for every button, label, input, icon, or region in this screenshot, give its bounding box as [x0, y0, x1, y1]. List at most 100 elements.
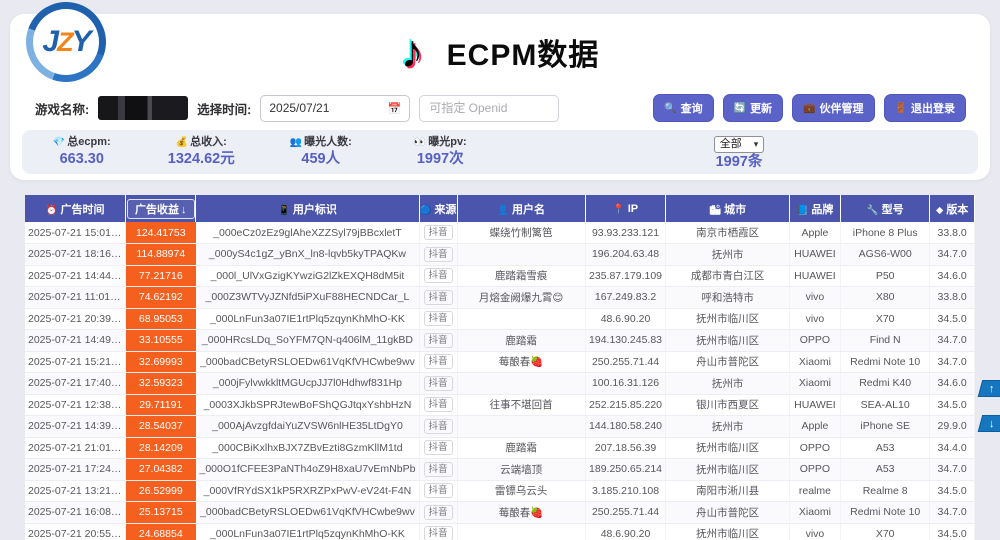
cell-version: 34.7.0 [930, 459, 975, 481]
source-badge: 抖音 [424, 225, 453, 240]
cell-brand: vivo [789, 308, 840, 330]
cell-brand: Xiaomi [789, 351, 840, 373]
scroll-to-top-button[interactable]: ↑ [978, 380, 1000, 397]
stat-label: 💰总收入: [142, 136, 262, 150]
version-column-icon: ◆ [936, 205, 943, 216]
date-picker[interactable]: 2025/07/21 📅 [260, 95, 410, 122]
column-header-model: 🔧型号 [841, 195, 930, 222]
cell-openid: _000jFylvwkkltMGUcpJJ7l0Hdhwf831Hp [196, 373, 419, 395]
cell-revenue: 26.52999 [126, 480, 196, 502]
column-header-version: ◆版本 [930, 195, 975, 222]
city-column-icon: 🏙 [709, 205, 721, 216]
cell-time: 2025-07-21 12:38:49 [25, 394, 126, 416]
cell-model: iPhone SE [841, 416, 930, 438]
column-header-brand: 📘品牌 [789, 195, 840, 222]
ecpm-table-container: ⏰广告时间广告收益↓📱用户标识🔵来源👤用户名📍IP🏙城市📘品牌🔧型号◆版本 20… [25, 195, 975, 540]
cell-name: 往事不堪回首 [457, 394, 585, 416]
table-row: 2025-07-21 15:21:0732.69993_000badCBetyR… [25, 351, 975, 373]
source-badge: 抖音 [424, 505, 453, 520]
time-column-icon: ⏰ [46, 205, 58, 216]
logout-button[interactable]: 🚪退出登录 [884, 94, 966, 122]
cell-city: 南阳市淅川县 [666, 480, 789, 502]
cell-openid: _000LnFun3a07IE1rtPlq5zqynKhMhO-KK [196, 523, 419, 540]
cell-revenue: 33.10555 [126, 330, 196, 352]
partner-management-button-icon: 💼 [803, 103, 815, 114]
openid-input[interactable] [419, 95, 559, 122]
scroll-to-bottom-button[interactable]: ↓ [978, 415, 1000, 432]
cell-openid: _0003XJkbSPRJtewBoFShQGJtqxYshbHzN [196, 394, 419, 416]
cell-version: 34.7.0 [930, 330, 975, 352]
cell-model: X70 [841, 523, 930, 540]
cell-time: 2025-07-21 16:08:47 [25, 502, 126, 524]
cell-source: 抖音 [419, 480, 457, 502]
cell-ip: 207.18.56.39 [585, 437, 666, 459]
cell-ip: 167.249.83.2 [585, 287, 666, 309]
cell-model: SEA-AL10 [841, 394, 930, 416]
cell-time: 2025-07-21 15:01:47 [25, 222, 126, 244]
cell-name [457, 523, 585, 540]
stat-value: 459人 [261, 150, 381, 168]
cell-model: Redmi K40 [841, 373, 930, 395]
cell-city: 舟山市普陀区 [666, 502, 789, 524]
cell-source: 抖音 [419, 351, 457, 373]
cell-city: 抚州市临川区 [666, 330, 789, 352]
cell-model: Redmi Note 10 [841, 351, 930, 373]
cell-ip: 189.250.65.214 [585, 459, 666, 481]
openid-column-icon: 📱 [278, 205, 290, 216]
source-column-icon: 🔵 [420, 205, 432, 216]
source-badge: 抖音 [424, 483, 453, 498]
cell-city: 成都市青白江区 [666, 265, 789, 287]
cell-name [457, 416, 585, 438]
cell-version: 33.8.0 [930, 287, 975, 309]
cell-model: X80 [841, 287, 930, 309]
cell-revenue: 124.41753 [126, 222, 196, 244]
stats-bar: 💎总ecpm:663.30💰总收入:1324.62元👥曝光人数:459人👀曝光p… [22, 130, 978, 174]
cell-time: 2025-07-21 20:39:05 [25, 308, 126, 330]
cell-city: 南京市栖霞区 [666, 222, 789, 244]
stat-value: 663.30 [22, 150, 142, 168]
source-badge: 抖音 [424, 290, 453, 305]
cell-source: 抖音 [419, 523, 457, 540]
calendar-icon: 📅 [388, 102, 402, 115]
source-badge: 抖音 [424, 333, 453, 348]
cell-model: iPhone 8 Plus [841, 222, 930, 244]
partner-management-button[interactable]: 💼 伙伴管理 [792, 94, 874, 122]
cell-revenue: 74.62192 [126, 287, 196, 309]
cell-openid: _000LnFun3a07IE1rtPlq5zqynKhMhO-KK [196, 308, 419, 330]
cell-city: 舟山市普陀区 [666, 351, 789, 373]
cell-source: 抖音 [419, 373, 457, 395]
source-badge: 抖音 [424, 354, 453, 369]
cell-brand: OPPO [789, 459, 840, 481]
column-header-revenue: 广告收益↓ [126, 195, 196, 222]
stat-3: 👀曝光pv:1997次 [381, 136, 501, 168]
cell-ip: 252.215.85.220 [585, 394, 666, 416]
cell-model: AGS6-W00 [841, 244, 930, 266]
cell-version: 34.5.0 [930, 394, 975, 416]
cell-version: 29.9.0 [930, 416, 975, 438]
model-column-icon: 🔧 [867, 205, 879, 216]
cell-ip: 194.130.245.83 [585, 330, 666, 352]
refresh-button[interactable]: 🔄更新 [723, 94, 783, 122]
chevron-down-icon: ▾ [754, 139, 759, 150]
source-badge: 抖音 [424, 247, 453, 262]
record-filter-select[interactable]: 全部 ▾ [714, 136, 765, 154]
cell-name: 莓酿春🍓 [457, 502, 585, 524]
table-row: 2025-07-21 12:38:4929.71191_0003XJkbSPRJ… [25, 394, 975, 416]
table-row: 2025-07-21 17:40:3032.59323_000jFylvwkkl… [25, 373, 975, 395]
column-header-source: 🔵来源 [419, 195, 457, 222]
search-button[interactable]: 🔍查询 [653, 94, 713, 122]
cell-revenue: 77.21716 [126, 265, 196, 287]
cell-time: 2025-07-21 15:21:07 [25, 351, 126, 373]
sort-revenue-button[interactable]: 广告收益↓ [127, 199, 195, 219]
cell-time: 2025-07-21 17:40:30 [25, 373, 126, 395]
column-header-openid: 📱用户标识 [196, 195, 419, 222]
cell-brand: Xiaomi [789, 373, 840, 395]
table-row: 2025-07-21 16:08:4725.13715_000badCBetyR… [25, 502, 975, 524]
logout-button-icon: 🚪 [895, 103, 907, 114]
cell-version: 34.5.0 [930, 523, 975, 540]
cell-name [457, 373, 585, 395]
cell-ip: 144.180.58.240 [585, 416, 666, 438]
cell-version: 34.5.0 [930, 480, 975, 502]
cell-name [457, 244, 585, 266]
partner-management-button-label: 伙伴管理 [820, 100, 864, 116]
